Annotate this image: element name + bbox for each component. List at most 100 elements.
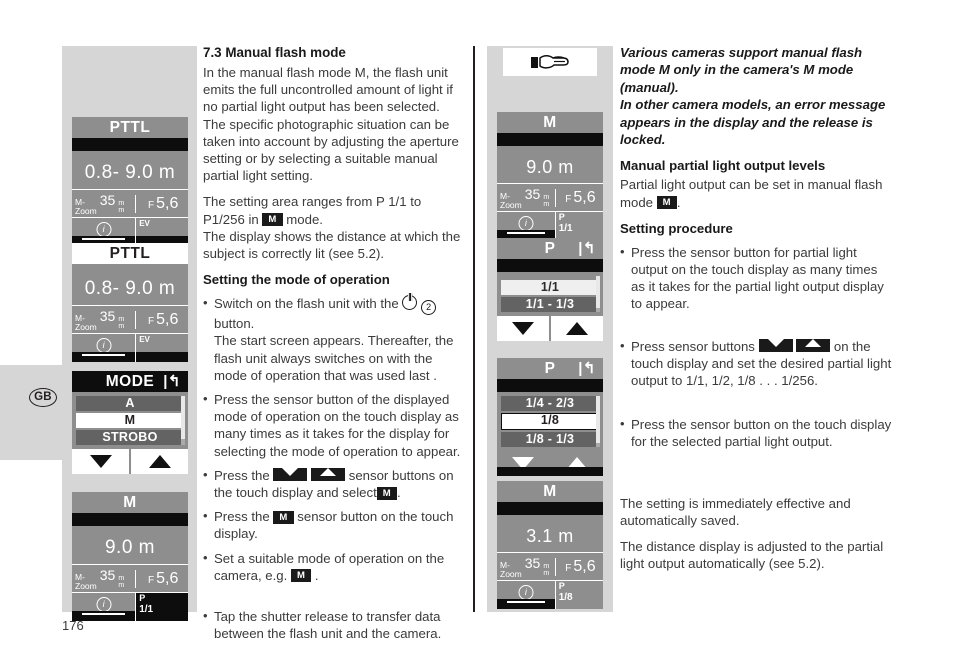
back-arrow-icon[interactable]: |↰ (163, 372, 181, 391)
lcd-info-cell[interactable]: i (72, 218, 136, 246)
lcd-pttl-selected-screen: PTTL 0.8- 9.0 m M- Zoom 35 mm F 5,6 i EV (72, 243, 188, 362)
up-arrow-badge-icon (796, 338, 831, 352)
lcd-black-bar (497, 133, 603, 146)
down-arrow-button[interactable] (72, 449, 129, 474)
sub-heading-partial-levels: Manual partial light output levels (620, 158, 826, 174)
list-item[interactable]: A (76, 396, 184, 411)
list-item[interactable]: 1/4 - 2/3 (501, 396, 599, 411)
lcd-title: M (497, 481, 603, 502)
lcd-bottom-row: i P 1/1 (497, 211, 603, 240)
lcd-ev-label: EV (139, 335, 150, 344)
bullet-text: Switch on the flash unit with the (214, 296, 399, 312)
lcd-partial-output-picker-1: P |↰ 1/1 1/1 - 1/3 (497, 238, 603, 341)
bullet-text: Press the (214, 509, 270, 525)
lcd-aperture-char: F (148, 199, 155, 211)
lcd-aperture-value: 5,6 (156, 194, 179, 212)
lcd-title: M (497, 112, 603, 133)
info-icon: i (518, 216, 534, 231)
up-arrow-icon (566, 322, 588, 335)
bullet-text-b: . (314, 567, 319, 583)
lcd-pttl-start-screen: PTTL 0.8- 9.0 m M- Zoom 35 mm F 5,6 i EV (72, 117, 188, 246)
down-arrow-icon (89, 455, 112, 468)
lcd-zoom-value: 35 (99, 567, 116, 583)
list-item[interactable]: 1/8 (501, 413, 599, 430)
paragraph-partial-b: . (676, 194, 681, 210)
list-item[interactable]: M (76, 413, 184, 428)
pointing-hand-box (503, 48, 597, 76)
back-arrow-icon[interactable]: |↰ (578, 239, 596, 258)
lcd-info-cell[interactable]: i (72, 593, 136, 621)
lcd-p-label: P (139, 593, 146, 603)
paragraph-partial: Partial light output can be set in manua… (620, 176, 893, 210)
up-arrow-button[interactable] (129, 449, 188, 474)
lcd-aperture-char: F (565, 193, 572, 205)
paragraph-display: The display shows the distance at which … (203, 228, 461, 262)
sub-heading-setting-mode: Setting the mode of operation (203, 272, 390, 288)
lcd-zoom-label: M- Zoom (500, 560, 522, 579)
lcd-aperture-cell: F 5,6 (135, 569, 188, 588)
lcd-aperture-char: F (148, 574, 155, 586)
note-italic: Various cameras support manual flash mod… (620, 45, 886, 148)
lcd-zoom-unit: mm (118, 575, 125, 589)
lcd-zoom-value: 35 (524, 186, 541, 202)
down-arrow-badge-icon (758, 338, 793, 352)
bullet-text: Press the sensor button for partial ligh… (631, 244, 884, 312)
up-arrow-button[interactable] (549, 316, 603, 341)
m-badge-icon: M (262, 213, 283, 227)
lcd-p-value: 1/8 (558, 592, 573, 603)
list-item: Press sensor buttons on the touch displa… (620, 337, 893, 390)
lcd-bottom-row: i EV (72, 333, 188, 362)
lcd-zoom-cell: M- Zoom 35 mm (497, 186, 555, 209)
lcd-title[interactable]: PTTL (72, 243, 188, 264)
back-arrow-icon[interactable]: |↰ (578, 359, 596, 378)
lcd-aperture-value: 5,6 (156, 569, 179, 587)
scrollbar[interactable] (596, 276, 600, 312)
lcd-title: P |↰ (497, 238, 603, 259)
lcd-zoom-aperture-row: M- Zoom 35 mm F 5,6 (72, 189, 188, 217)
lcd-distance: 3.1 m (526, 526, 574, 546)
lcd-m-mode-screen-full: M 9.0 m M- Zoom 35 mm F 5,6 i P 1/1 (497, 112, 603, 240)
lcd-ev-cell[interactable]: EV (135, 218, 188, 246)
down-arrow-button[interactable] (497, 451, 549, 476)
lcd-ev-cell[interactable]: EV (135, 334, 188, 362)
list-item[interactable]: 1/1 - 1/3 (501, 297, 599, 312)
lcd-zoom-cell: M- Zoom 35 mm (72, 192, 135, 215)
list-item[interactable]: 1/8 - 1/3 (501, 432, 599, 447)
m-badge-icon: M (376, 486, 397, 500)
lcd-partial-output-cell[interactable]: P 1/1 (554, 212, 603, 240)
up-arrow-button[interactable] (549, 451, 603, 476)
list-item[interactable]: STROBO (76, 430, 184, 445)
lcd-zoom-unit: mm (543, 563, 550, 577)
down-arrow-button[interactable] (497, 316, 549, 341)
list-item[interactable]: 1/1 (501, 280, 599, 295)
lcd-title: P |↰ (497, 358, 603, 379)
lcd-zoom-value: 35 (99, 308, 116, 324)
lcd-zoom-aperture-row: M- Zoom 35 mm F 5,6 (497, 552, 603, 580)
column-divider (473, 46, 475, 612)
lcd-info-cell[interactable]: i (497, 581, 555, 609)
lcd-zoom-label: M- Zoom (75, 313, 97, 332)
scrollbar[interactable] (596, 396, 600, 447)
lcd-aperture-value: 5,6 (573, 188, 596, 206)
lcd-distance: 9.0 m (104, 537, 156, 558)
lcd-aperture-value: 5,6 (156, 310, 179, 328)
lcd-partial-output-cell[interactable]: P 1/1 (135, 593, 188, 621)
bullet-text: Press sensor buttons (631, 338, 755, 354)
bullet-text: Press the (214, 467, 270, 483)
lcd-m-mode-screen-partial: M 3.1 m M- Zoom 35 mm F 5,6 i P 1/8 (497, 481, 603, 609)
sub-heading-setting-procedure: Setting procedure (620, 220, 733, 236)
down-arrow-icon (512, 322, 534, 335)
list-item: Set a suitable mode of operation on the … (203, 549, 465, 584)
scrollbar[interactable] (181, 396, 185, 445)
lcd-info-cell[interactable]: i (497, 212, 555, 240)
lcd-partial-output-cell[interactable]: P 1/8 (554, 581, 603, 609)
paragraph-intro: In the manual flash mode M, the flash un… (203, 65, 459, 184)
lcd-zoom-label: M- Zoom (500, 191, 522, 210)
lcd-title-text: MODE (105, 373, 155, 390)
lcd-zoom-unit: mm (118, 200, 125, 214)
info-icon: i (96, 597, 112, 612)
list-item: Press the sensor buttons on the touch di… (203, 466, 465, 501)
lcd-aperture-cell: F 5,6 (135, 310, 188, 329)
lcd-info-cell[interactable]: i (72, 334, 136, 362)
up-arrow-icon (148, 455, 171, 468)
